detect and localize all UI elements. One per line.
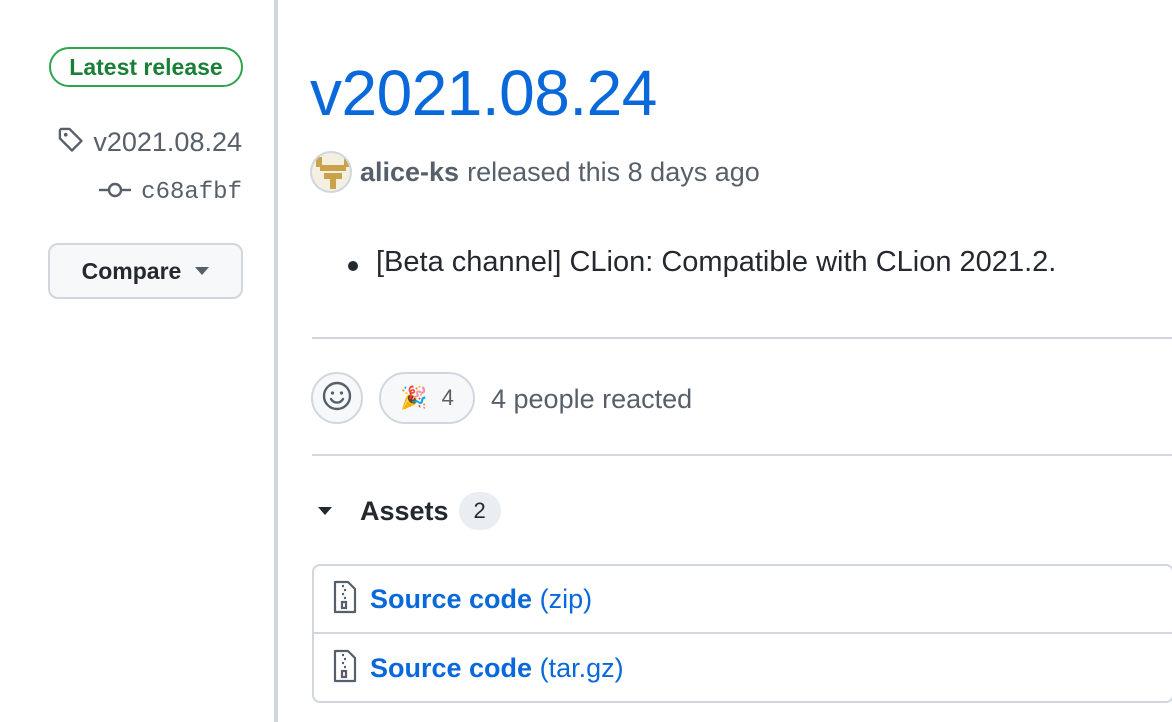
compare-button-label: Compare	[81, 257, 182, 284]
file-zip-icon	[332, 649, 358, 688]
reactions-summary: 4 people reacted	[491, 384, 693, 414]
tag-icon	[57, 126, 85, 159]
released-text: released this 8 days ago	[467, 156, 760, 187]
release-title[interactable]: v2021.08.24	[310, 56, 657, 130]
asset-ext: (tar.gz)	[539, 652, 624, 683]
asset-link-targz[interactable]: Source code (tar.gz)	[370, 653, 624, 684]
assets-count-badge: 2	[458, 492, 501, 530]
asset-item: Source code (zip)	[314, 566, 1172, 634]
asset-name: Source code	[370, 583, 533, 614]
release-author-row: alice-ks released this 8 days ago	[310, 150, 760, 194]
release-notes: [Beta channel] CLion: Compatible with CL…	[348, 246, 1056, 279]
release-sidebar: Latest release v2021.08.24 c68afbf Compa…	[0, 0, 276, 722]
triangle-down-icon	[318, 507, 332, 515]
hooray-reaction-button[interactable]: 🎉 4	[379, 372, 475, 424]
tag-label: v2021.08.24	[93, 126, 242, 157]
party-popper-icon: 🎉	[400, 385, 428, 410]
section-divider	[312, 337, 1172, 339]
add-reaction-button[interactable]	[311, 372, 363, 424]
chevron-down-icon	[195, 267, 210, 275]
reaction-count: 4	[441, 385, 454, 410]
assets-label: Assets	[360, 495, 449, 526]
compare-button[interactable]: Compare	[48, 243, 243, 299]
assets-toggle[interactable]: Assets 2	[318, 490, 501, 532]
release-note-item: [Beta channel] CLion: Compatible with CL…	[348, 246, 1056, 279]
tag-link[interactable]: v2021.08.24	[57, 124, 242, 160]
commit-hash: c68afbf	[141, 178, 242, 206]
asset-item: Source code (tar.gz)	[314, 634, 1172, 702]
latest-release-badge: Latest release	[49, 47, 243, 87]
assets-list: Source code (zip) Source code (tar.gz)	[312, 564, 1172, 703]
section-divider	[312, 454, 1172, 456]
asset-ext: (zip)	[539, 583, 593, 614]
git-commit-icon	[99, 180, 132, 205]
file-zip-icon	[332, 580, 358, 619]
sidebar-divider	[274, 0, 278, 722]
asset-link-zip[interactable]: Source code (zip)	[370, 584, 592, 615]
smiley-icon	[321, 380, 353, 417]
asset-name: Source code	[370, 652, 533, 683]
author-name[interactable]: alice-ks	[360, 157, 459, 188]
avatar[interactable]	[310, 151, 352, 193]
commit-link[interactable]: c68afbf	[99, 176, 242, 208]
